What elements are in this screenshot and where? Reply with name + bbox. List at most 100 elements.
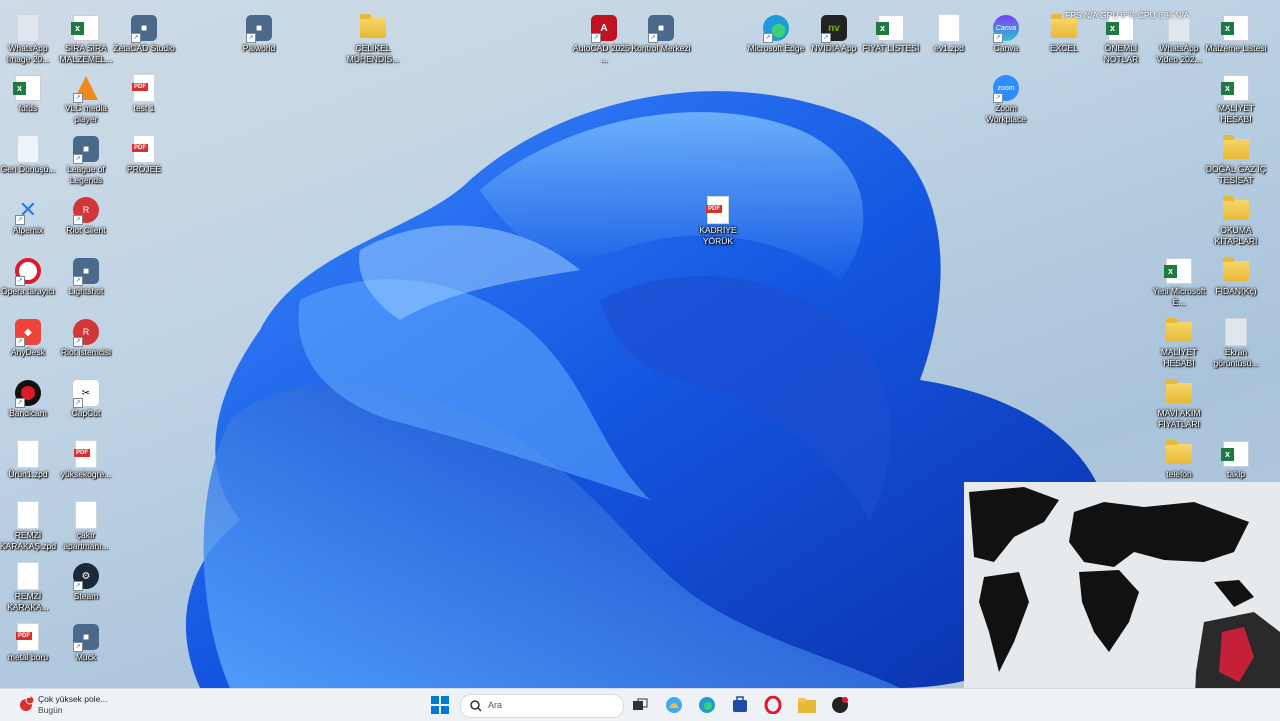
desktop-icon[interactable]: PDF KADRİYE YÖRÜK (687, 192, 749, 247)
desktop-icon[interactable]: nv ↗ NVIDIA App (803, 10, 865, 54)
start-button[interactable] (429, 694, 451, 716)
desktop-icon[interactable]: x fdfds (0, 70, 59, 114)
desktop-icon[interactable]: ■ ↗ Muck (55, 619, 117, 663)
desktop-icon[interactable]: çakır apartmanı... (55, 497, 117, 552)
desktop-icon-label: Kontrol Merkezi (631, 43, 691, 53)
app-icon: ■ ↗ (130, 14, 158, 43)
desktop-icon-label: metal boru (7, 652, 49, 662)
shortcut-arrow-icon: ↗ (246, 33, 256, 43)
desktop-icon-label: test 1 (133, 103, 155, 113)
pdf-icon: PDF (14, 623, 42, 651)
desktop-icon[interactable]: ■ ↗ League of Legends (55, 131, 117, 186)
desktop-icon[interactable]: Canva ↗ Canva (975, 10, 1037, 54)
desktop-icon-label: League of Legends (67, 164, 105, 185)
desktop-icon[interactable]: ✕ ↗ Alpemix (0, 192, 59, 236)
edge-button[interactable] (696, 694, 718, 716)
steam-icon: ⚙ ↗ (72, 562, 100, 591)
file-explorer-button[interactable] (796, 694, 818, 716)
desktop-icon-label: ÖNEMLİ NOTLAR (1103, 43, 1139, 64)
desktop-icon[interactable]: ■ ↗ Palworld (228, 10, 290, 54)
desktop-icon[interactable]: PDF test 1 (113, 70, 175, 114)
anydesk-icon: ◆ ↗ (14, 318, 42, 347)
search-box[interactable]: Ara (460, 694, 624, 718)
desktop-icon[interactable]: x Malzeme Listesi (1205, 10, 1267, 54)
desktop-icon[interactable]: Ürün1.zpd (0, 436, 59, 480)
desktop-icon[interactable]: ✂ ↗ CapCut (55, 375, 117, 419)
store-button[interactable] (729, 694, 751, 716)
desktop-icon[interactable]: ↗ Microsoft Edge (745, 10, 807, 54)
shortcut-arrow-icon: ↗ (15, 398, 25, 408)
desktop-icon-label: KADRİYE YÖRÜK (699, 225, 737, 246)
desktop-icon[interactable]: x MALİYET HESABI (1205, 70, 1267, 125)
desktop-icon[interactable]: ev1.zpd (918, 10, 980, 54)
desktop-icon[interactable]: ↗ VLC media player (55, 70, 117, 125)
desktop-icon-label: telefon (1166, 469, 1192, 479)
desktop-icon[interactable]: ■ ↗ Kontrol Merkezi (630, 10, 692, 54)
folder-icon (1165, 379, 1193, 407)
desktop-icon-label: yüksekogre... (60, 469, 112, 479)
desktop-icon-label: MAVİ AKIM FİYATLARI (1157, 408, 1201, 429)
shortcut-arrow-icon: ↗ (15, 276, 25, 286)
desktop-icon[interactable]: PDF yüksekogre... (55, 436, 117, 480)
desktop-icon[interactable]: zoom ↗ Zoom Workplace (975, 70, 1037, 125)
desktop-icon-label: Lightshot (68, 286, 104, 296)
desktop-icon-label: Riot Client (66, 225, 106, 235)
desktop-icon[interactable]: x SIRA SIRA MALZEMEL... (55, 10, 117, 65)
desktop-icon-label: Palworld (242, 43, 276, 53)
copilot-button[interactable] (663, 694, 685, 716)
opera-button[interactable] (762, 694, 784, 716)
desktop-icon[interactable]: ■ ↗ Lightshot (55, 253, 117, 297)
search-icon (470, 700, 482, 712)
desktop-icon[interactable]: ↗ Bandicam (0, 375, 59, 419)
edge-icon: ↗ (762, 14, 790, 43)
notification-badge: 1 (27, 693, 31, 700)
desktop-icon-label: Zoom Workplace (986, 103, 1026, 124)
desktop-icon[interactable]: PDF PROJEE (113, 131, 175, 175)
shortcut-arrow-icon: ↗ (73, 154, 83, 164)
desktop-icon[interactable]: Ekran görüntüsü... (1205, 314, 1267, 369)
desktop-icon[interactable]: Geri Dönüşü... (0, 131, 59, 175)
desktop-icon[interactable]: MAVİ AKIM FİYATLARI (1148, 375, 1210, 430)
desktop-icon[interactable]: ⚙ ↗ Steam (55, 558, 117, 602)
shortcut-arrow-icon: ↗ (993, 93, 1003, 103)
desktop-icon[interactable]: x FİYAT LİSTESİ (860, 10, 922, 54)
desktop-icon-label: ÇELİKEL MÜHENDİS... (346, 43, 400, 64)
chatgpt-button[interactable] (829, 694, 851, 716)
task-view-button[interactable] (629, 694, 651, 716)
app-icon: ■ ↗ (72, 623, 100, 652)
img-icon (14, 14, 42, 42)
doc-icon (72, 501, 100, 529)
capcut-icon: ✂ ↗ (72, 379, 100, 408)
desktop-icon[interactable]: ↗ Opera tarayıcı (0, 253, 59, 297)
desktop-icon[interactable]: REMZİ KARAKA... (0, 558, 59, 613)
desktop-icon[interactable]: ◆ ↗ AnyDesk (0, 314, 59, 358)
desktop-icon[interactable]: REMZİ KARAKAŞ.zpd (0, 497, 59, 552)
desktop-icon-label: EXCEL (1050, 43, 1078, 53)
app-icon: ■ ↗ (245, 14, 273, 43)
desktop-icon[interactable]: R ↗ Riot istemcisi (55, 314, 117, 358)
desktop-icon[interactable]: OKUMA KİTAPLARI (1205, 192, 1267, 247)
desktop-icon[interactable]: MALİYET HESABI (1148, 314, 1210, 369)
shortcut-arrow-icon: ↗ (15, 337, 25, 347)
desktop-icon-label: SIRA SIRA MALZEMEL... (59, 43, 113, 64)
desktop-icon[interactable]: PDF metal boru (0, 619, 59, 663)
desktop-icon-label: REMZİ KARAKAŞ.zpd (0, 530, 57, 551)
desktop-icon[interactable]: FİDAN(Kç) (1205, 253, 1267, 297)
webcam-overlay (964, 482, 1280, 720)
desktop-icon[interactable]: WhatsApp Image 20... (0, 10, 59, 65)
folder-icon (1222, 196, 1250, 224)
desktop-icon[interactable]: x takip (1205, 436, 1267, 480)
canva-icon: Canva ↗ (992, 14, 1020, 43)
desktop-icon-label: Geri Dönüşü... (0, 164, 56, 174)
desktop-icon-label: FİDAN(Kç) (1215, 286, 1257, 296)
desktop-icon[interactable]: ■ ↗ ZetaCAD Studio (113, 10, 175, 54)
riot-icon: R ↗ (72, 318, 100, 347)
desktop-icon[interactable]: R ↗ Riot Client (55, 192, 117, 236)
desktop-icon[interactable]: x Yeni Microsoft E... (1148, 253, 1210, 308)
desktop-icon[interactable]: A ↗ AutoCAD 2025 - ... (573, 10, 635, 65)
desktop-icon[interactable]: telefon (1148, 436, 1210, 480)
desktop-icon[interactable]: ÇELİKEL MÜHENDİS... (342, 10, 404, 65)
desktop-icon-label: NVIDIA App (811, 43, 857, 53)
weather-alert-icon (20, 696, 34, 711)
desktop-icon[interactable]: DOĞAL GAZ İÇ TESİSAT (1205, 131, 1267, 186)
